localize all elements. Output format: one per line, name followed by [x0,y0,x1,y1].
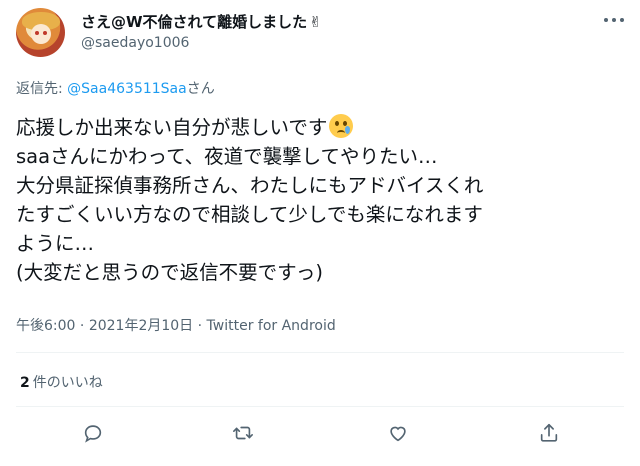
avatar-face [31,24,51,44]
avatar[interactable] [16,8,65,57]
avatar-eye [35,31,39,35]
tweet-line: (大変だと思うので返信不要ですっ) [16,261,323,284]
tweet-line: saaさんにかわって、夜道で襲撃してやりたい… [16,145,438,168]
likes-label: 件のいいね [32,375,103,391]
reply-button[interactable] [82,422,106,446]
victory-hand-icon: ✌ [309,13,322,31]
tweet-client[interactable]: Twitter for Android [207,318,336,334]
tweet-line: 応援しか出来ない自分が悲しいです [16,113,624,142]
display-name-text: さえ@W不倫されて離婚しました [81,13,308,31]
retweet-icon [233,426,253,440]
reply-mention-link[interactable]: @Saa463511Saa [67,81,187,97]
retweet-button[interactable] [232,422,256,446]
display-name[interactable]: さえ@W不倫されて離婚しました ✌ [81,11,322,32]
tweet-line: たすごくいい方なので相談して少しでも楽になれます [16,203,483,226]
more-options-icon[interactable] [602,12,626,28]
avatar-eye [43,31,47,35]
reply-context: 返信先: @Saa463511Saaさん [16,78,215,98]
reply-prefix: 返信先: [16,81,68,97]
share-button[interactable] [538,422,562,446]
likes-number: 2 [20,375,30,391]
like-button[interactable] [387,422,411,446]
tweet-line: ように… [16,232,95,255]
reply-icon [84,425,102,443]
divider [16,406,624,407]
likes-count[interactable]: 2 件のいいね [20,372,103,392]
tweet-time[interactable]: 午後6:00 [16,318,75,334]
crying-face-icon [329,114,354,138]
reply-suffix: さん [186,81,215,97]
tweet-text: 応援しか出来ない自分が悲しいです saaさんにかわって、夜道で襲撃してやりたい…… [16,113,624,287]
tweet-metadata: 午後6:00 · 2021年2月10日 · Twitter for Androi… [16,318,336,334]
like-icon [390,426,406,442]
user-handle[interactable]: @saedayo1006 [81,35,189,51]
share-icon [540,423,558,442]
tweet-line: 大分県証探偵事務所さん、わたしにもアドバイスくれ [16,174,484,197]
tweet-date[interactable]: 2021年2月10日 [89,318,193,334]
divider [16,352,624,353]
